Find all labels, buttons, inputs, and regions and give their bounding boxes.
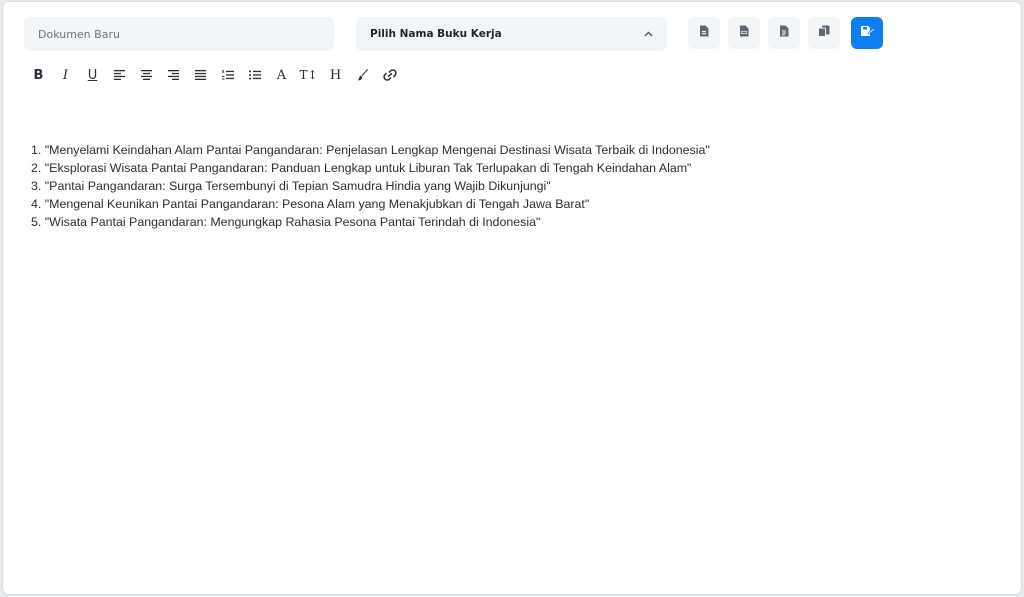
editor-card: Pilih Nama Buku Kerja B I U [3, 2, 1021, 594]
ordered-list-icon [221, 70, 234, 80]
link-button[interactable] [376, 65, 403, 85]
new-file-button[interactable] [688, 17, 720, 49]
copy-icon [818, 24, 830, 42]
save-button[interactable] [851, 17, 883, 49]
align-left-icon [114, 70, 125, 80]
italic-icon: I [62, 67, 69, 83]
bold-button[interactable]: B [25, 65, 52, 85]
workbook-select[interactable]: Pilih Nama Buku Kerja [356, 17, 667, 51]
export-doc-button[interactable] [768, 17, 800, 49]
copy-button[interactable] [808, 17, 840, 49]
editor-content[interactable]: 1. "Menyelami Keindahan Alam Pantai Pang… [31, 141, 991, 231]
workbook-select-label: Pilih Nama Buku Kerja [370, 28, 502, 40]
bullet-list-button[interactable] [241, 65, 268, 85]
link-icon [382, 69, 397, 81]
editor-line: 3. "Pantai Pangandaran: Surga Tersembuny… [31, 179, 551, 193]
editor-line: 2. "Eksplorasi Wisata Pantai Pangandaran… [31, 161, 692, 175]
font-button[interactable]: A [268, 65, 295, 85]
heading-button[interactable]: H [322, 65, 349, 85]
bullet-list-icon [248, 70, 261, 80]
font-icon: A [276, 67, 287, 83]
align-justify-button[interactable] [187, 65, 214, 85]
editor-line: 1. "Menyelami Keindahan Alam Pantai Pang… [31, 143, 710, 157]
text-size-icon: T↕ [299, 68, 318, 82]
underline-button[interactable]: U [79, 65, 106, 85]
doc-icon [779, 24, 789, 42]
text-size-button[interactable]: T↕ [295, 65, 322, 85]
editor-line: 4. "Mengenal Keunikan Pantai Pangandaran… [31, 197, 590, 211]
align-center-button[interactable] [133, 65, 160, 85]
align-right-button[interactable] [160, 65, 187, 85]
save-icon [860, 24, 875, 42]
bold-icon: B [33, 67, 44, 83]
underline-icon: U [87, 67, 98, 83]
pdf-icon [739, 24, 749, 42]
document-name-input[interactable] [24, 17, 334, 51]
file-icon [699, 24, 709, 42]
editor-line: 5. "Wisata Pantai Pangandaran: Mengungka… [31, 215, 541, 229]
export-pdf-button[interactable] [728, 17, 760, 49]
brush-icon [357, 69, 368, 81]
ordered-list-button[interactable] [214, 65, 241, 85]
align-right-icon [168, 70, 179, 80]
italic-button[interactable]: I [52, 65, 79, 85]
formatting-toolbar: B I U A T↕ H [25, 65, 403, 85]
text-color-button[interactable] [349, 65, 376, 85]
align-left-button[interactable] [106, 65, 133, 85]
align-justify-icon [195, 70, 206, 80]
align-center-icon [141, 70, 152, 80]
chevron-up-icon [643, 29, 653, 39]
heading-icon: H [329, 67, 342, 83]
